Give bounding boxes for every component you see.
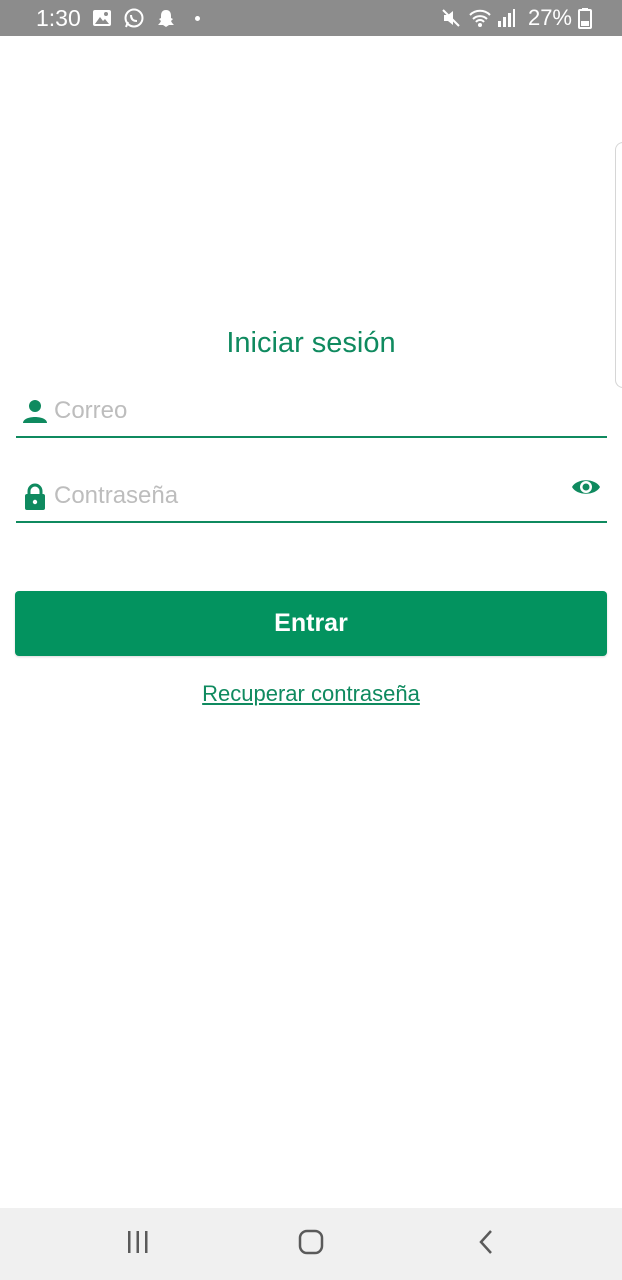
wifi-icon — [468, 7, 491, 29]
back-icon — [477, 1228, 495, 1261]
battery-percent: 27% — [527, 5, 572, 30]
eye-icon[interactable] — [571, 475, 601, 499]
battery-icon — [578, 7, 592, 29]
signal-icon — [496, 7, 518, 29]
navigation-bar — [0, 1208, 622, 1280]
submit-button[interactable]: Entrar — [15, 591, 607, 656]
back-button[interactable] — [436, 1208, 536, 1280]
status-bar-left: 1:30 — [36, 0, 200, 36]
gallery-icon — [91, 7, 113, 29]
snapchat-icon — [155, 7, 177, 29]
page-title: Iniciar sesión — [226, 327, 396, 359]
recover-password-link[interactable]: Recuperar contraseña — [0, 681, 622, 707]
password-input[interactable] — [54, 477, 554, 515]
recents-icon — [125, 1230, 151, 1259]
person-icon — [22, 398, 48, 424]
home-icon — [297, 1228, 325, 1261]
recents-button[interactable] — [88, 1208, 188, 1280]
home-button[interactable] — [261, 1208, 361, 1280]
password-field — [16, 477, 607, 523]
email-input[interactable] — [54, 392, 554, 430]
whatsapp-icon — [123, 7, 145, 29]
status-bar: 1:30 27% — [0, 0, 622, 36]
dot-icon — [194, 15, 200, 21]
email-field — [16, 392, 607, 438]
lock-icon — [22, 483, 48, 510]
status-time: 1:30 — [36, 5, 81, 31]
mute-icon — [440, 7, 462, 29]
status-bar-right: 27% — [440, 0, 592, 36]
